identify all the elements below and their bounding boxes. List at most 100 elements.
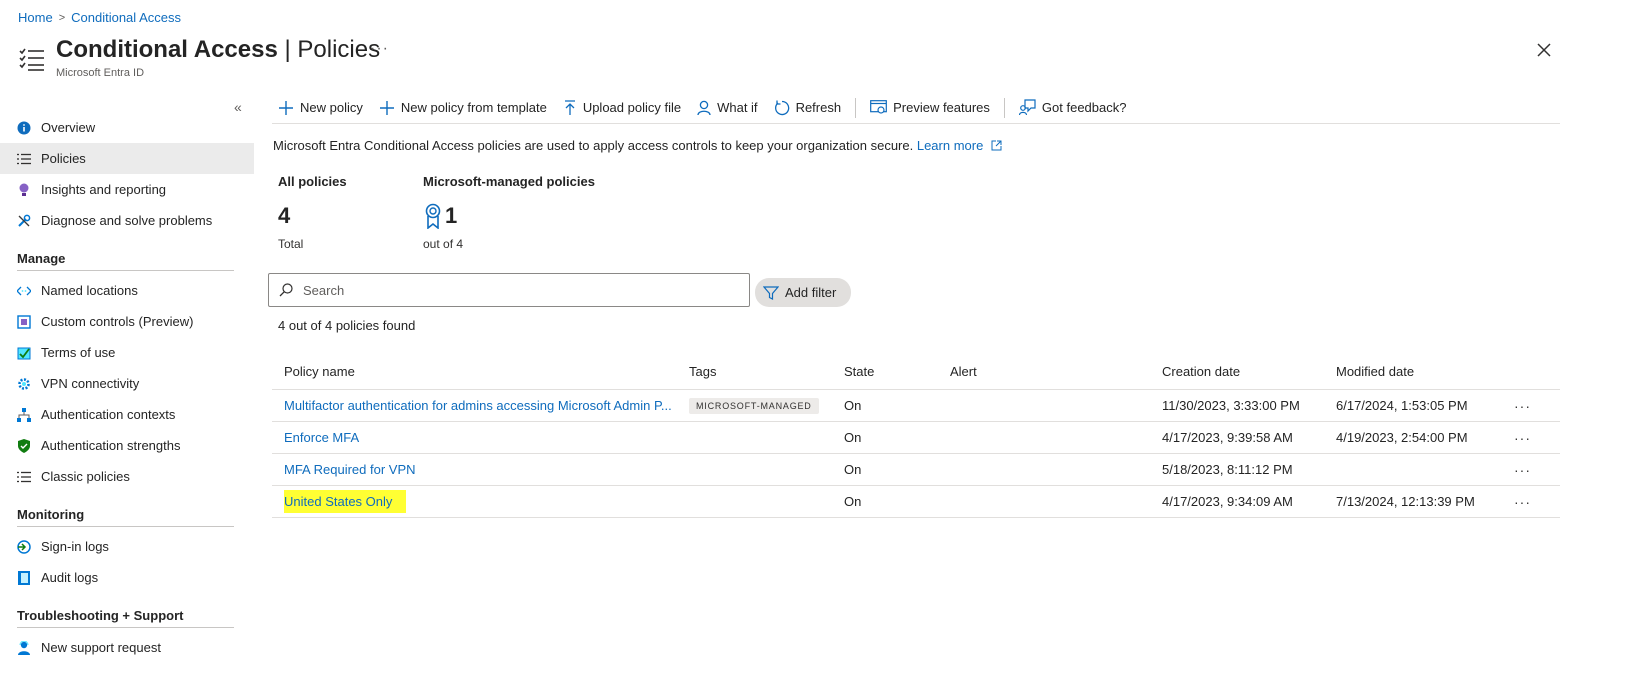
policy-name-link[interactable]: Multifactor authentication for admins ac… — [284, 398, 672, 413]
policy-creation-date: 4/17/2023, 9:39:58 AM — [1162, 430, 1293, 445]
upload-policy-file-label: Upload policy file — [582, 100, 682, 115]
shield-icon — [17, 438, 31, 453]
policy-name-link[interactable]: United States Only — [284, 490, 407, 513]
sidebar-divider — [17, 526, 234, 527]
sidebar-item-overview[interactable]: Overview — [0, 112, 254, 143]
what-if-button[interactable]: What if — [689, 94, 765, 122]
policy-modified-date: 6/17/2024, 1:53:05 PM — [1336, 398, 1468, 413]
row-more-options-button[interactable]: ··· — [1514, 390, 1531, 421]
sidebar-item-sign-in-logs[interactable]: Sign-in logs — [0, 531, 254, 562]
new-policy-from-template-button[interactable]: New policy from template — [371, 94, 555, 122]
sidebar-item-insights[interactable]: Insights and reporting — [0, 174, 254, 205]
sidebar-item-custom-controls[interactable]: Custom controls (Preview) — [0, 306, 254, 337]
row-more-options-button[interactable]: ··· — [1514, 422, 1531, 453]
refresh-button[interactable]: Refresh — [766, 94, 850, 122]
sidebar-item-label: Classic policies — [41, 469, 130, 484]
sidebar-item-authentication-contexts[interactable]: Authentication contexts — [0, 399, 254, 430]
policy-modified-date: 7/13/2024, 12:13:39 PM — [1336, 494, 1475, 509]
results-count: 4 out of 4 policies found — [278, 318, 416, 333]
refresh-label: Refresh — [795, 100, 842, 115]
column-header-tags[interactable]: Tags — [689, 354, 716, 389]
lightbulb-icon — [17, 183, 31, 197]
policy-modified-date: 4/19/2023, 2:54:00 PM — [1336, 430, 1468, 445]
policy-state: On — [844, 462, 862, 477]
summary-label: All policies — [278, 174, 347, 189]
page-title: Conditional Access | Policies — [56, 36, 380, 64]
hierarchy-icon — [17, 407, 31, 422]
row-more-options-button[interactable]: ··· — [1514, 486, 1531, 517]
sidebar-item-label: Audit logs — [41, 570, 99, 585]
column-header-creation-date[interactable]: Creation date — [1162, 354, 1240, 389]
add-filter-button[interactable]: Add filter — [755, 278, 851, 307]
summary-number: 4 — [278, 203, 291, 228]
column-header-alert[interactable]: Alert — [950, 354, 977, 389]
breadcrumb-current-link[interactable]: Conditional Access — [71, 10, 181, 25]
sidebar-item-label: Custom controls (Preview) — [41, 314, 194, 329]
command-toolbar: New policy New policy from template Uplo… — [272, 92, 1560, 124]
ribbon-badge-icon — [425, 203, 441, 229]
policy-name-link[interactable]: Enforce MFA — [284, 430, 359, 445]
add-filter-label: Add filter — [785, 285, 837, 300]
column-header-policy-name[interactable]: Policy name — [284, 354, 679, 389]
sidebar-item-named-locations[interactable]: Named locations — [0, 275, 254, 306]
learn-more-link[interactable]: Learn more — [917, 138, 1002, 153]
got-feedback-button[interactable]: Got feedback? — [1011, 94, 1135, 122]
policies-table: Policy name Tags State Alert Creation da… — [272, 354, 1560, 518]
search-input[interactable] — [303, 282, 723, 298]
policy-creation-date: 11/30/2023, 3:33:00 PM — [1162, 398, 1300, 413]
sidebar-item-vpn-connectivity[interactable]: VPN connectivity — [0, 368, 254, 399]
feedback-icon — [1018, 99, 1036, 116]
preview-features-label: Preview features — [893, 100, 990, 115]
table-row: United States Only On 4/17/2023, 9:34:09… — [272, 486, 1560, 518]
sidebar-item-label: Policies — [41, 151, 86, 166]
sidebar-section-troubleshooting: Troubleshooting + Support — [17, 608, 184, 623]
toolbar-divider — [1003, 97, 1005, 118]
preview-features-button[interactable]: Preview features — [862, 94, 998, 122]
sidebar-item-policies[interactable]: Policies — [0, 143, 254, 174]
row-more-options-button[interactable]: ··· — [1514, 454, 1531, 485]
sidebar-item-label: Named locations — [41, 283, 138, 298]
sidebar-item-label: Overview — [41, 120, 96, 135]
column-header-modified-date[interactable]: Modified date — [1336, 354, 1414, 389]
location-arrows-icon — [17, 284, 31, 298]
sidebar-item-label: Insights and reporting — [41, 182, 167, 197]
sidebar-section-monitoring: Monitoring — [17, 507, 85, 522]
info-description: Microsoft Entra Conditional Access polic… — [273, 138, 1002, 153]
list-icon — [17, 470, 31, 484]
summary-caption: Total — [278, 237, 304, 251]
sidebar-item-label: VPN connectivity — [41, 376, 140, 391]
custom-controls-icon — [17, 314, 31, 329]
sidebar-item-label: Diagnose and solve problems — [41, 213, 213, 228]
upload-policy-file-button[interactable]: Upload policy file — [555, 94, 689, 122]
summary-number: 1 — [445, 203, 458, 228]
toolbar-divider — [855, 97, 857, 118]
more-options-button[interactable]: ··· — [370, 40, 389, 58]
page-subtitle: Microsoft Entra ID — [56, 67, 145, 79]
table-header: Policy name Tags State Alert Creation da… — [272, 354, 1560, 390]
sidebar-section-manage: Manage — [17, 251, 66, 266]
signin-arrow-icon — [17, 539, 31, 554]
column-header-state[interactable]: State — [844, 354, 874, 389]
breadcrumb-home-link[interactable]: Home — [18, 10, 53, 25]
summary-all-policies: All policies 4 Total — [278, 174, 347, 251]
policy-creation-date: 4/17/2023, 9:34:09 AM — [1162, 494, 1293, 509]
title-page: Policies — [297, 36, 381, 63]
sidebar-item-new-support-request[interactable]: New support request — [0, 632, 254, 663]
sidebar-item-audit-logs[interactable]: Audit logs — [0, 562, 254, 593]
plus-icon — [379, 100, 394, 115]
upload-icon — [564, 99, 575, 115]
policy-name-link[interactable]: MFA Required for VPN — [284, 462, 416, 477]
table-row: Enforce MFA On 4/17/2023, 9:39:58 AM 4/1… — [272, 422, 1560, 454]
sidebar-item-diagnose[interactable]: Diagnose and solve problems — [0, 205, 254, 236]
sidebar-item-classic-policies[interactable]: Classic policies — [0, 461, 254, 492]
info-text: Microsoft Entra Conditional Access polic… — [273, 138, 914, 153]
notebook-icon — [17, 570, 31, 585]
close-icon[interactable] — [1534, 40, 1554, 60]
new-policy-button[interactable]: New policy — [272, 94, 371, 122]
list-icon — [17, 152, 31, 166]
summary-value: 1 — [423, 203, 595, 229]
sidebar-item-authentication-strengths[interactable]: Authentication strengths — [0, 430, 254, 461]
wrench-icon — [17, 214, 31, 228]
sidebar-item-terms-of-use[interactable]: Terms of use — [0, 337, 254, 368]
summary-microsoft-managed: Microsoft-managed policies 1 out of 4 — [423, 174, 595, 251]
